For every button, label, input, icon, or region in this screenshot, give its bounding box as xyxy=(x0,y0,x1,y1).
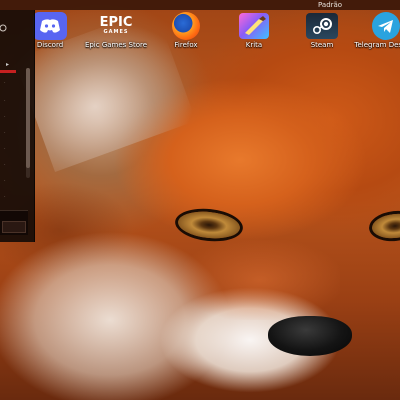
side-panel-item[interactable]: · xyxy=(4,194,14,200)
firefox-icon-wrap xyxy=(169,12,203,40)
desktop-icon-steam[interactable]: Steam xyxy=(290,12,354,49)
side-panel-item[interactable]: · xyxy=(4,162,14,168)
desktop-icon-epic-games[interactable]: EPIC GAMES Epic Games Store xyxy=(84,12,148,49)
telegram-icon-wrap xyxy=(369,12,400,40)
side-panel-input[interactable] xyxy=(2,221,26,233)
side-panel-footer xyxy=(0,210,28,235)
workspace-label[interactable]: Padrão xyxy=(318,0,342,10)
games-logo-word: GAMES xyxy=(103,29,129,35)
fox-eye-right xyxy=(370,211,400,241)
desktop-icon-label: Firefox xyxy=(174,41,198,49)
firefox-icon xyxy=(172,12,200,40)
side-panel-item[interactable]: · xyxy=(4,130,14,136)
scrollbar-thumb[interactable] xyxy=(26,68,30,168)
desktop-icon-telegram[interactable]: Telegram Desktop xyxy=(354,12,400,49)
side-panel-item[interactable]: · xyxy=(4,98,14,104)
telegram-icon xyxy=(372,12,400,40)
side-panel: ▸ · · · · · · · · xyxy=(0,10,35,242)
side-panel-item[interactable]: · xyxy=(4,80,14,86)
discord-icon xyxy=(33,12,67,40)
desktop-icon-label: Epic Games Store xyxy=(84,41,148,49)
side-panel-item[interactable]: · xyxy=(4,146,14,152)
desktop-wallpaper xyxy=(0,0,400,400)
side-panel-item[interactable]: · xyxy=(4,114,14,120)
desktop-icon-krita[interactable]: Krita xyxy=(222,12,286,49)
steam-icon-wrap xyxy=(305,12,339,40)
power-icon[interactable] xyxy=(0,18,10,32)
epic-logo-word: EPIC xyxy=(99,15,133,30)
active-item-indicator xyxy=(0,70,16,73)
fox-eye-left xyxy=(176,208,242,242)
fox-nose xyxy=(268,316,352,356)
epic-games-icon: EPIC GAMES xyxy=(99,12,133,40)
expand-arrow-icon[interactable]: ▸ xyxy=(6,62,9,68)
side-panel-item[interactable]: · xyxy=(4,178,14,184)
desktop-icon-label: Telegram Desktop xyxy=(354,41,400,49)
krita-icon xyxy=(239,13,269,39)
fox-muzzle xyxy=(180,240,340,320)
desktop-icon-firefox[interactable]: Firefox xyxy=(154,12,218,49)
desktop-icon-label: Krita xyxy=(245,41,263,49)
steam-icon xyxy=(306,13,338,39)
top-panel: Padrão xyxy=(0,0,400,10)
desktop-icon-label: Steam xyxy=(310,41,334,49)
krita-icon-wrap xyxy=(237,12,271,40)
